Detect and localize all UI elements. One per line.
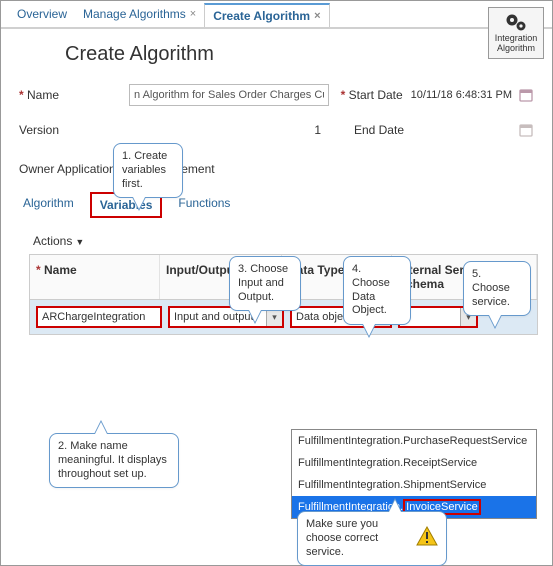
integration-algorithm-button[interactable]: Integration Algorithm: [488, 7, 544, 59]
subtab-functions[interactable]: Functions: [170, 192, 238, 218]
end-date-label: End Date: [337, 123, 412, 137]
actions-menu[interactable]: Actions▼: [29, 228, 538, 254]
io-value: Input and output: [174, 311, 254, 323]
start-date-label: Start Date: [336, 88, 411, 102]
close-icon[interactable]: ×: [190, 8, 196, 20]
callout-6: Make sure you choose correct service.: [297, 511, 447, 566]
version-value: 1: [129, 123, 329, 137]
name-label: Name: [19, 88, 129, 102]
callout-2: 2. Make name meaningful. It displays thr…: [49, 433, 179, 488]
start-date-value: 10/11/18 6:48:31 PM: [411, 89, 512, 101]
tab-create-algorithm[interactable]: Create Algorithm ×: [204, 3, 329, 27]
tab-manage-algorithms[interactable]: Manage Algorithms ×: [75, 3, 204, 25]
subtab-bar: Algorithm Variables Functions: [15, 192, 552, 218]
integration-label-2: Algorithm: [489, 44, 543, 54]
variable-name-input[interactable]: ARChargeIntegration: [36, 306, 162, 328]
callout-1: 1. Create variables first.: [113, 143, 183, 198]
col-name: Name: [36, 263, 77, 277]
callout-5: 5. Choose service.: [463, 261, 531, 316]
actions-label: Actions: [33, 234, 72, 248]
service-option[interactable]: FulfillmentIntegration.ShipmentService: [292, 474, 536, 496]
callout-3: 3. Choose Input and Output.: [229, 256, 301, 311]
tab-label: Overview: [17, 7, 67, 21]
service-dropdown-list: FulfillmentIntegration.PurchaseRequestSe…: [291, 429, 537, 519]
top-tab-bar: Overview Manage Algorithms × Create Algo…: [1, 1, 552, 29]
callout-4: 4. Choose Data Object.: [343, 256, 411, 325]
calendar-icon[interactable]: [518, 87, 534, 103]
gears-icon: [489, 12, 543, 32]
service-option[interactable]: FulfillmentIntegration.PurchaseRequestSe…: [292, 430, 536, 452]
variable-name-value: ARChargeIntegration: [42, 311, 145, 323]
tab-label: Manage Algorithms: [83, 7, 186, 21]
service-option[interactable]: FulfillmentIntegration.ReceiptService: [292, 452, 536, 474]
subtab-algorithm[interactable]: Algorithm: [15, 192, 82, 218]
page-title: Create Algorithm: [1, 29, 552, 84]
close-icon[interactable]: ×: [314, 10, 320, 22]
version-label: Version: [19, 123, 129, 137]
chevron-down-icon: ▼: [75, 237, 84, 247]
tab-overview[interactable]: Overview: [9, 3, 75, 25]
warning-icon: [416, 526, 438, 551]
calendar-icon[interactable]: [518, 122, 534, 138]
name-input[interactable]: [129, 84, 329, 106]
tab-label: Create Algorithm: [213, 9, 310, 23]
